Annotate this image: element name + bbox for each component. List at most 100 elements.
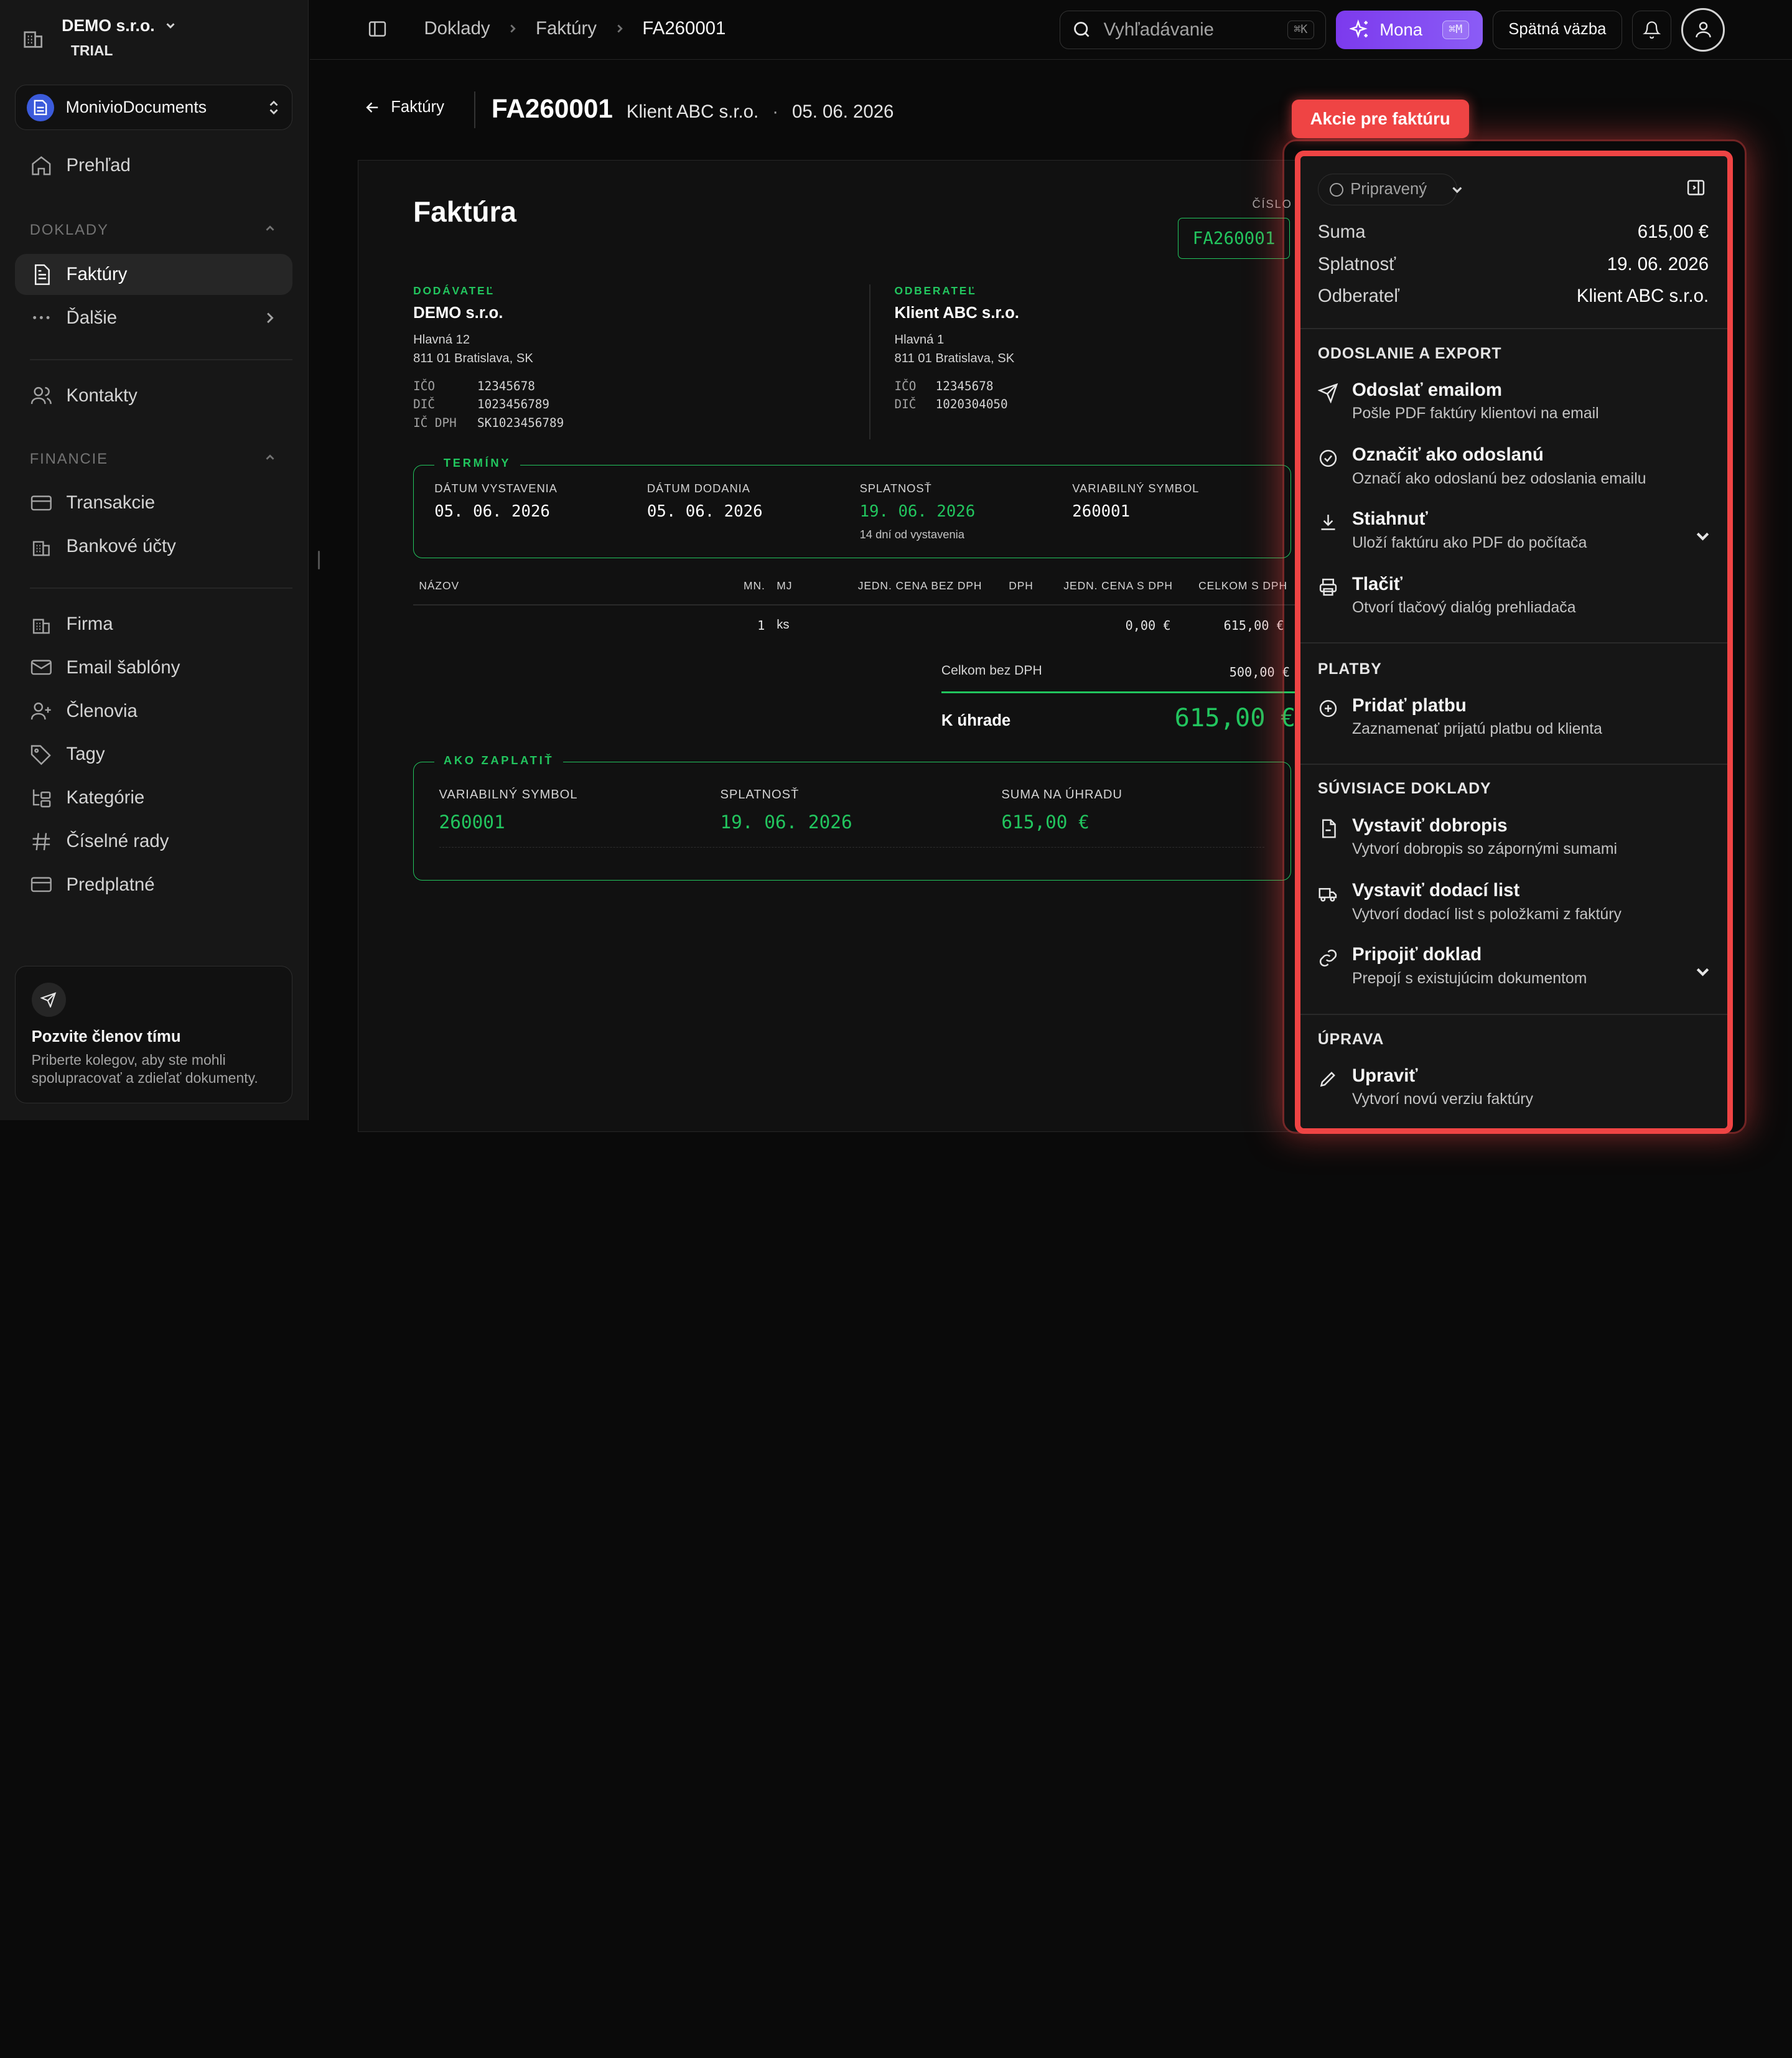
- section-export: ODOSLANIE A EXPORT: [1317, 345, 1502, 362]
- term-label: DÁTUM VYSTAVENIA: [434, 481, 558, 495]
- chevrons-updown-icon: [269, 100, 278, 115]
- delivery-note-action[interactable]: Vystaviť dodací list Vytvorí dodací list …: [1318, 880, 1709, 923]
- sidebar-toggle-icon[interactable]: [367, 19, 388, 39]
- delivery-date: DÁTUM DODANIA 05. 06. 2026: [647, 482, 763, 521]
- status-dropdown[interactable]: Pripravený: [1317, 174, 1457, 206]
- credit-card-icon: [30, 877, 52, 892]
- workspace-switcher[interactable]: DEMO s.r.o. TRIAL: [21, 16, 177, 59]
- issue-date: DÁTUM VYSTAVENIA 05. 06. 2026: [434, 482, 558, 521]
- invite-card[interactable]: Pozvite členov tímu Priberte kolegov, ab…: [14, 966, 293, 1103]
- term-value: 19. 06. 2026: [859, 502, 976, 521]
- action-desc: Označí ako odoslanú bez odoslania emailu: [1351, 470, 1646, 487]
- add-payment-action[interactable]: Pridať platbu Zaznamenať prijatú platbu o…: [1318, 695, 1709, 738]
- divider: [1300, 328, 1727, 329]
- avatar[interactable]: [1681, 7, 1725, 52]
- section-label: FINANCIE: [29, 450, 108, 467]
- nav-kontakty[interactable]: Kontakty: [15, 375, 292, 416]
- doc-client: Klient ABC s.r.o.: [626, 101, 759, 122]
- nav-transakcie[interactable]: Transakcie: [15, 482, 292, 523]
- panel-collapse-icon[interactable]: [1686, 177, 1706, 198]
- home-icon: [32, 156, 51, 175]
- nav-tagy[interactable]: Tagy: [15, 734, 292, 775]
- supplier-icdph: SK1023456789: [477, 415, 564, 430]
- chevron-down-icon[interactable]: [1449, 182, 1465, 198]
- nav-dalsie[interactable]: Ďalšie: [15, 297, 292, 339]
- col-header-qty: MN.: [744, 579, 765, 592]
- supplier-dic: 1023456789: [477, 397, 549, 412]
- edit-action[interactable]: Upraviť Vytvorí novú verziu faktúry: [1318, 1065, 1709, 1108]
- nav-bankove-ucty[interactable]: Bankové účty: [15, 526, 292, 567]
- nav-prehlad[interactable]: Prehľad: [15, 145, 292, 186]
- section-doklady[interactable]: DOKLADY: [30, 222, 277, 239]
- nav-label: Transakcie: [66, 492, 156, 513]
- nav-label: Email šablóny: [66, 657, 180, 678]
- credit-note-action[interactable]: Vystaviť dobropis Vytvorí dobropis so záp…: [1318, 815, 1709, 858]
- search-shortcut: ⌘K: [1287, 20, 1314, 39]
- mail-icon: [30, 660, 52, 675]
- action-desc: Vytvorí dobropis so zápornými sumami: [1351, 840, 1617, 858]
- nav-label: Firma: [66, 613, 113, 634]
- nav-ciselne-rady[interactable]: Číselné rady: [15, 821, 292, 862]
- customer-street: Hlavná 1: [894, 333, 945, 347]
- feedback-button[interactable]: Spätná väzba: [1493, 10, 1622, 49]
- chevron-right-icon: [266, 312, 274, 324]
- pay-label: VARIABILNÝ SYMBOL: [439, 787, 578, 802]
- nav-email-sablony[interactable]: Email šablóny: [15, 647, 292, 688]
- table-divider: [413, 604, 1305, 606]
- mona-assistant-button[interactable]: Mona ⌘M: [1336, 10, 1483, 49]
- breadcrumb-faktury[interactable]: Faktúry: [536, 18, 597, 39]
- attach-document-action[interactable]: Pripojiť doklad Prepojí s existujúcim dok…: [1318, 944, 1709, 987]
- payment-label: AKO ZAPLATIŤ: [434, 753, 563, 767]
- send-email-action[interactable]: Odoslať emailom Pošle PDF faktúry kliento…: [1317, 379, 1709, 423]
- action-title: Odoslať emailom: [1351, 379, 1502, 400]
- action-desc: Pošle PDF faktúry klientovi na email: [1351, 405, 1599, 423]
- app-root: DEMO s.r.o. TRIAL MonivioDocuments Prehľ…: [0, 0, 1792, 1134]
- section-financie[interactable]: FINANCIE: [30, 451, 277, 468]
- back-label: Faktúry: [391, 98, 444, 116]
- net-total-value: 500,00 €: [1229, 665, 1290, 680]
- chevron-down-icon[interactable]: [1692, 526, 1713, 546]
- id-label: IČO: [894, 378, 917, 393]
- sidebar: DEMO s.r.o. TRIAL MonivioDocuments Prehľ…: [0, 0, 309, 1121]
- payment-vs: VARIABILNÝ SYMBOL 260001: [439, 788, 578, 833]
- download-action[interactable]: Stiahnuť Uloží faktúru ako PDF do počítač…: [1318, 508, 1709, 551]
- summary-customer: Odberateľ Klient ABC s.r.o.: [1318, 286, 1709, 307]
- building-icon: [32, 619, 50, 634]
- nav-predplatne[interactable]: Predplatné: [15, 864, 292, 905]
- col-header-unit: MJ: [777, 579, 793, 592]
- sidebar-resize-handle[interactable]: [317, 551, 320, 569]
- nav-firma[interactable]: Firma: [15, 604, 292, 645]
- notifications-button[interactable]: [1632, 10, 1671, 49]
- chevron-down-icon[interactable]: [1692, 961, 1713, 982]
- col-header-unit-price-vat: JEDN. CENA S DPH: [1063, 579, 1173, 592]
- supplier-street: Hlavná 12: [413, 333, 470, 347]
- breadcrumb-doklady[interactable]: Doklady: [424, 18, 490, 39]
- summary-due: Splatnosť 19. 06. 2026: [1318, 254, 1709, 275]
- doc-date: 05. 06. 2026: [792, 101, 894, 122]
- mark-sent-action[interactable]: Označiť ako odoslanú Označí ako odoslanú …: [1318, 444, 1709, 487]
- chevron-up-icon: [266, 225, 274, 232]
- section-uprava: ÚPRAVA: [1317, 1031, 1384, 1048]
- print-action[interactable]: Tlačiť Otvorí tlačový dialóg prehliadača: [1318, 574, 1709, 617]
- dashed-divider: [439, 847, 1264, 848]
- nav-kategorie[interactable]: Kategórie: [15, 777, 292, 818]
- terms-label: TERMÍNY: [434, 456, 520, 470]
- payment-amount: SUMA NA ÚHRADU 615,00 €: [1001, 788, 1122, 833]
- section-platby: PLATBY: [1317, 660, 1382, 678]
- summary-value: 615,00 €: [1637, 222, 1709, 243]
- payment-box: AKO ZAPLATIŤ VARIABILNÝ SYMBOL 260001 SP…: [413, 753, 1291, 881]
- org-switcher[interactable]: MonivioDocuments: [14, 84, 293, 131]
- cell-total-vat: 615,00 €: [1223, 617, 1284, 633]
- search-input[interactable]: Vyhľadávanie ⌘K: [1059, 10, 1326, 49]
- nav-faktury[interactable]: Faktúry: [14, 253, 293, 295]
- nav-clenovia[interactable]: Členovia: [15, 691, 292, 732]
- folder-tree-icon: [32, 789, 51, 808]
- building-icon: [24, 31, 43, 48]
- customer-block: ODBERATEĽ Klient ABC s.r.o. Hlavná 1 811…: [895, 284, 1019, 414]
- download-icon: [1321, 514, 1335, 530]
- arrow-left-icon: [366, 102, 378, 113]
- term-value: 05. 06. 2026: [646, 502, 763, 521]
- invite-text: Priberte kolegov, aby ste mohli spolupra…: [31, 1051, 258, 1087]
- back-button[interactable]: Faktúry: [363, 98, 444, 116]
- chevron-up-icon: [266, 454, 274, 460]
